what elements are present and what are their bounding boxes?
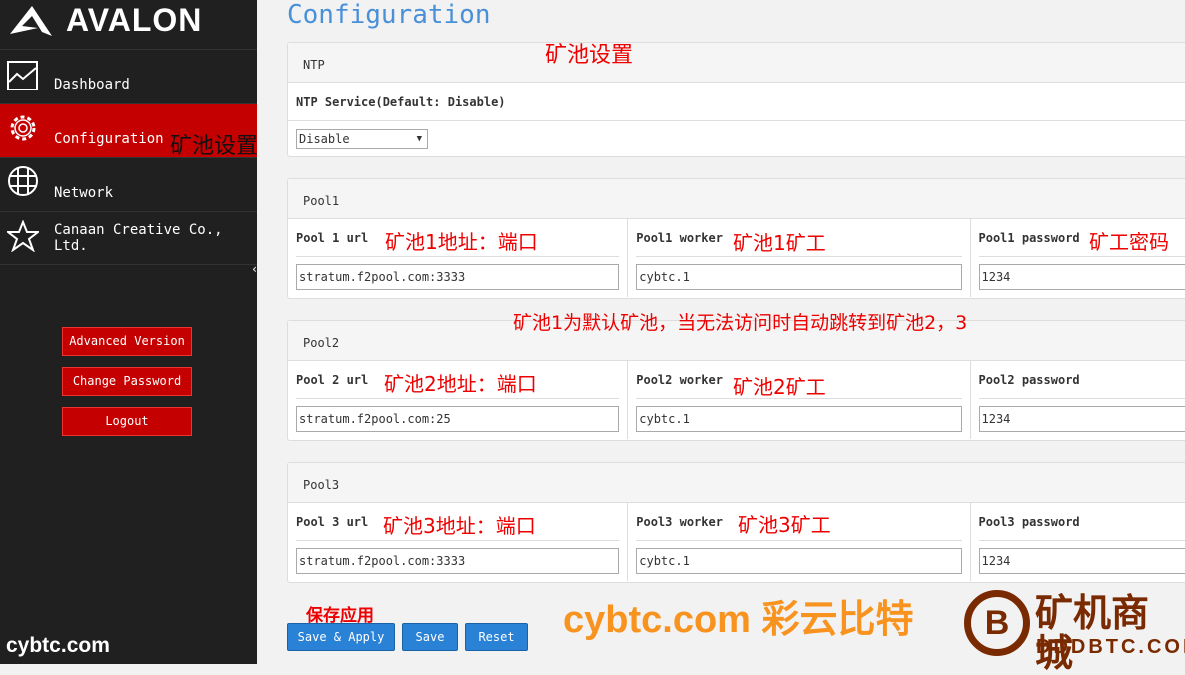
watermark-dddbtc-url: DDDBTC.COM — [1036, 636, 1185, 659]
annotation-pool3-worker: 矿池3矿工 — [738, 509, 831, 538]
gear-icon — [7, 112, 39, 144]
pool-header: Pool1 — [288, 179, 1185, 219]
annotation-pool1-worker: 矿池1矿工 — [733, 227, 826, 256]
pool-worker-input[interactable]: cybtc.1 — [636, 264, 961, 290]
pool-password-label: Pool3 password — [979, 503, 1185, 541]
advanced-version-button[interactable]: Advanced Version — [62, 327, 192, 356]
annotation-save-apply: 保存应用 — [306, 601, 374, 626]
pool-worker-input[interactable]: cybtc.1 — [636, 548, 961, 574]
pool-url-input[interactable]: stratum.f2pool.com:25 — [296, 406, 619, 432]
sidebar-item-dashboard[interactable]: Dashboard — [0, 49, 257, 103]
ntp-panel: NTP NTP Service(Default: Disable) Disabl… — [287, 42, 1185, 157]
annotation-pool3-url: 矿池3地址：端口 — [383, 510, 536, 539]
pool-url-input[interactable]: stratum.f2pool.com:3333 — [296, 264, 619, 290]
pool-password-input[interactable]: 1234 — [979, 548, 1185, 574]
chevron-down-icon: ▼ — [417, 130, 422, 148]
watermark-cybtc-left: cybtc.com — [6, 634, 110, 658]
watermark-dddbtc-title: 矿机商城 — [1035, 594, 1185, 674]
change-password-button[interactable]: Change Password — [62, 367, 192, 396]
annotation-config-top: 矿池设置 — [545, 37, 633, 69]
annotation-failover-note: 矿池1为默认矿池，当无法访问时自动跳转到矿池2，3 — [513, 308, 967, 335]
avalon-logo-icon — [8, 4, 56, 36]
sidebar-item-company[interactable]: Canaan Creative Co., Ltd. — [0, 211, 257, 265]
annotation-pool1-password: 矿工密码 — [1089, 226, 1169, 255]
page-title: Configuration — [287, 0, 491, 30]
chart-line-icon — [7, 58, 39, 90]
avalon-logo: AVALON — [8, 0, 202, 40]
reset-button[interactable]: Reset — [465, 623, 528, 651]
annotation-config-side: 矿池设置 — [170, 128, 258, 160]
pool-header: Pool3 — [288, 463, 1185, 503]
sidebar-item-network[interactable]: Network — [0, 157, 257, 211]
annotation-pool2-url: 矿池2地址：端口 — [384, 368, 537, 397]
ntp-label: NTP Service(Default: Disable) — [288, 83, 1185, 121]
ntp-select-wrap: Disable▼ — [288, 121, 1185, 157]
star-icon — [7, 220, 39, 252]
pool-url-input[interactable]: stratum.f2pool.com:3333 — [296, 548, 619, 574]
watermark-cybtc-center: cybtc.com 彩云比特 — [563, 588, 914, 643]
pool-password-input[interactable]: 1234 — [979, 406, 1185, 432]
pool-password-input[interactable]: 1234 — [979, 264, 1185, 290]
save-button[interactable]: Save — [402, 623, 458, 651]
pool-worker-input[interactable]: cybtc.1 — [636, 406, 961, 432]
bitcoin-logo-icon: B — [964, 590, 1030, 656]
collapse-sidebar-icon[interactable]: ‹ — [251, 262, 258, 276]
globe-icon — [7, 166, 39, 198]
logout-button[interactable]: Logout — [62, 407, 192, 436]
ntp-header: NTP — [288, 43, 1185, 83]
ntp-service-select[interactable]: Disable▼ — [296, 129, 428, 149]
annotation-pool1-url: 矿池1地址：端口 — [385, 226, 538, 255]
annotation-pool2-worker: 矿池2矿工 — [733, 371, 826, 400]
save-apply-button[interactable]: Save & Apply — [287, 623, 395, 651]
pool-password-label: Pool2 password — [979, 361, 1185, 399]
sidebar: AVALON Dashboard Configuration Network C… — [0, 0, 257, 664]
